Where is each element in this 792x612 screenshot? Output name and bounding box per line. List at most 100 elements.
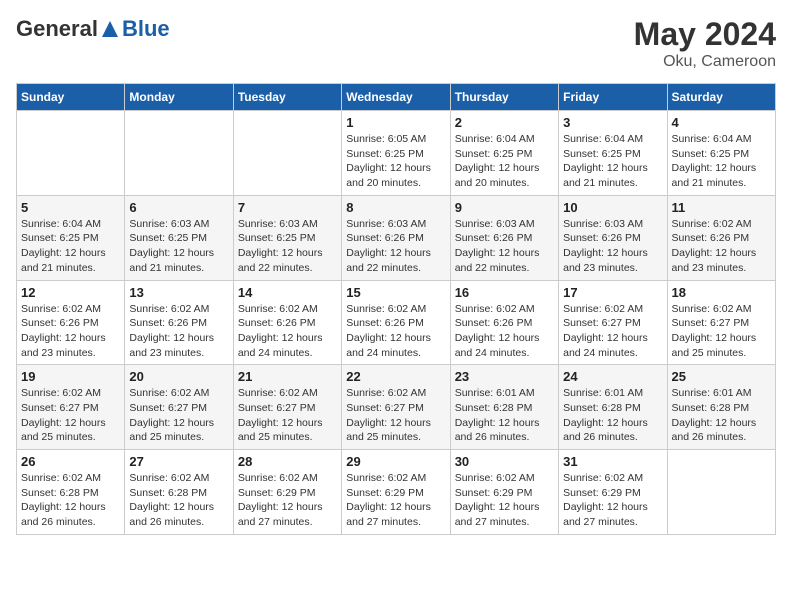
calendar-cell (667, 450, 775, 535)
calendar-cell: 19 Sunrise: 6:02 AMSunset: 6:27 PMDayligh… (17, 365, 125, 450)
day-number: 17 (563, 285, 662, 300)
calendar-cell: 6 Sunrise: 6:03 AMSunset: 6:25 PMDaylight… (125, 195, 233, 280)
day-info: Sunrise: 6:02 AMSunset: 6:26 PMDaylight:… (672, 217, 771, 276)
day-number: 24 (563, 369, 662, 384)
calendar-week-row: 19 Sunrise: 6:02 AMSunset: 6:27 PMDayligh… (17, 365, 776, 450)
day-info: Sunrise: 6:02 AMSunset: 6:26 PMDaylight:… (455, 302, 554, 361)
day-info: Sunrise: 6:03 AMSunset: 6:26 PMDaylight:… (346, 217, 445, 276)
day-number: 18 (672, 285, 771, 300)
day-number: 9 (455, 200, 554, 215)
weekday-header-row: SundayMondayTuesdayWednesdayThursdayFrid… (17, 84, 776, 111)
calendar-cell: 20 Sunrise: 6:02 AMSunset: 6:27 PMDayligh… (125, 365, 233, 450)
day-info: Sunrise: 6:02 AMSunset: 6:29 PMDaylight:… (238, 471, 337, 530)
day-info: Sunrise: 6:01 AMSunset: 6:28 PMDaylight:… (563, 386, 662, 445)
day-number: 14 (238, 285, 337, 300)
day-info: Sunrise: 6:03 AMSunset: 6:26 PMDaylight:… (455, 217, 554, 276)
calendar-cell: 22 Sunrise: 6:02 AMSunset: 6:27 PMDayligh… (342, 365, 450, 450)
logo-blue: Blue (122, 16, 170, 42)
calendar-week-row: 1 Sunrise: 6:05 AMSunset: 6:25 PMDaylight… (17, 111, 776, 196)
day-info: Sunrise: 6:02 AMSunset: 6:28 PMDaylight:… (129, 471, 228, 530)
weekday-header: Monday (125, 84, 233, 111)
day-number: 27 (129, 454, 228, 469)
day-info: Sunrise: 6:05 AMSunset: 6:25 PMDaylight:… (346, 132, 445, 191)
calendar-cell: 1 Sunrise: 6:05 AMSunset: 6:25 PMDaylight… (342, 111, 450, 196)
day-info: Sunrise: 6:02 AMSunset: 6:29 PMDaylight:… (563, 471, 662, 530)
logo-icon (100, 19, 120, 39)
page-header: General Blue May 2024 Oku, Cameroon (16, 16, 776, 71)
day-number: 11 (672, 200, 771, 215)
weekday-header: Saturday (667, 84, 775, 111)
day-number: 12 (21, 285, 120, 300)
day-info: Sunrise: 6:02 AMSunset: 6:26 PMDaylight:… (238, 302, 337, 361)
calendar-cell: 28 Sunrise: 6:02 AMSunset: 6:29 PMDayligh… (233, 450, 341, 535)
calendar-week-row: 5 Sunrise: 6:04 AMSunset: 6:25 PMDaylight… (17, 195, 776, 280)
day-info: Sunrise: 6:02 AMSunset: 6:27 PMDaylight:… (672, 302, 771, 361)
calendar-cell: 10 Sunrise: 6:03 AMSunset: 6:26 PMDayligh… (559, 195, 667, 280)
day-number: 16 (455, 285, 554, 300)
day-info: Sunrise: 6:03 AMSunset: 6:25 PMDaylight:… (129, 217, 228, 276)
calendar-cell: 12Sunrise: 6:02 AMSunset: 6:26 PMDayligh… (17, 280, 125, 365)
calendar-cell: 25Sunrise: 6:01 AMSunset: 6:28 PMDayligh… (667, 365, 775, 450)
logo: General Blue (16, 16, 170, 42)
day-info: Sunrise: 6:02 AMSunset: 6:27 PMDaylight:… (238, 386, 337, 445)
month-year: May 2024 (634, 16, 776, 53)
day-info: Sunrise: 6:02 AMSunset: 6:27 PMDaylight:… (21, 386, 120, 445)
day-number: 5 (21, 200, 120, 215)
calendar-cell: 30 Sunrise: 6:02 AMSunset: 6:29 PMDayligh… (450, 450, 558, 535)
day-info: Sunrise: 6:02 AMSunset: 6:29 PMDaylight:… (346, 471, 445, 530)
calendar-cell: 13Sunrise: 6:02 AMSunset: 6:26 PMDayligh… (125, 280, 233, 365)
day-info: Sunrise: 6:04 AMSunset: 6:25 PMDaylight:… (672, 132, 771, 191)
calendar-cell: 4 Sunrise: 6:04 AMSunset: 6:25 PMDaylight… (667, 111, 775, 196)
day-info: Sunrise: 6:04 AMSunset: 6:25 PMDaylight:… (21, 217, 120, 276)
calendar-cell: 31Sunrise: 6:02 AMSunset: 6:29 PMDayligh… (559, 450, 667, 535)
day-number: 10 (563, 200, 662, 215)
day-info: Sunrise: 6:02 AMSunset: 6:27 PMDaylight:… (129, 386, 228, 445)
day-number: 30 (455, 454, 554, 469)
calendar-week-row: 26 Sunrise: 6:02 AMSunset: 6:28 PMDayligh… (17, 450, 776, 535)
day-info: Sunrise: 6:02 AMSunset: 6:27 PMDaylight:… (346, 386, 445, 445)
calendar-cell: 21 Sunrise: 6:02 AMSunset: 6:27 PMDayligh… (233, 365, 341, 450)
day-info: Sunrise: 6:02 AMSunset: 6:26 PMDaylight:… (129, 302, 228, 361)
calendar-cell: 3 Sunrise: 6:04 AMSunset: 6:25 PMDaylight… (559, 111, 667, 196)
day-number: 20 (129, 369, 228, 384)
day-number: 3 (563, 115, 662, 130)
day-info: Sunrise: 6:03 AMSunset: 6:26 PMDaylight:… (563, 217, 662, 276)
calendar-cell: 27 Sunrise: 6:02 AMSunset: 6:28 PMDayligh… (125, 450, 233, 535)
day-number: 19 (21, 369, 120, 384)
day-info: Sunrise: 6:02 AMSunset: 6:27 PMDaylight:… (563, 302, 662, 361)
day-info: Sunrise: 6:02 AMSunset: 6:29 PMDaylight:… (455, 471, 554, 530)
calendar-cell: 16 Sunrise: 6:02 AMSunset: 6:26 PMDayligh… (450, 280, 558, 365)
calendar-cell: 8 Sunrise: 6:03 AMSunset: 6:26 PMDaylight… (342, 195, 450, 280)
day-number: 22 (346, 369, 445, 384)
weekday-header: Wednesday (342, 84, 450, 111)
day-number: 6 (129, 200, 228, 215)
calendar-cell: 9 Sunrise: 6:03 AMSunset: 6:26 PMDaylight… (450, 195, 558, 280)
weekday-header: Friday (559, 84, 667, 111)
day-number: 26 (21, 454, 120, 469)
calendar-cell: 11 Sunrise: 6:02 AMSunset: 6:26 PMDayligh… (667, 195, 775, 280)
day-info: Sunrise: 6:01 AMSunset: 6:28 PMDaylight:… (455, 386, 554, 445)
calendar-cell: 18 Sunrise: 6:02 AMSunset: 6:27 PMDayligh… (667, 280, 775, 365)
day-number: 28 (238, 454, 337, 469)
day-number: 8 (346, 200, 445, 215)
day-number: 7 (238, 200, 337, 215)
calendar-cell: 14 Sunrise: 6:02 AMSunset: 6:26 PMDayligh… (233, 280, 341, 365)
calendar-table: SundayMondayTuesdayWednesdayThursdayFrid… (16, 83, 776, 535)
day-number: 4 (672, 115, 771, 130)
weekday-header: Thursday (450, 84, 558, 111)
day-number: 29 (346, 454, 445, 469)
weekday-header: Sunday (17, 84, 125, 111)
day-info: Sunrise: 6:03 AMSunset: 6:25 PMDaylight:… (238, 217, 337, 276)
day-number: 1 (346, 115, 445, 130)
calendar-cell: 2Sunrise: 6:04 AMSunset: 6:25 PMDaylight… (450, 111, 558, 196)
day-info: Sunrise: 6:04 AMSunset: 6:25 PMDaylight:… (455, 132, 554, 191)
logo-general: General (16, 16, 98, 42)
location: Oku, Cameroon (634, 53, 776, 71)
day-info: Sunrise: 6:02 AMSunset: 6:26 PMDaylight:… (346, 302, 445, 361)
day-number: 21 (238, 369, 337, 384)
calendar-cell: 5 Sunrise: 6:04 AMSunset: 6:25 PMDaylight… (17, 195, 125, 280)
calendar-cell: 23Sunrise: 6:01 AMSunset: 6:28 PMDayligh… (450, 365, 558, 450)
weekday-header: Tuesday (233, 84, 341, 111)
day-info: Sunrise: 6:04 AMSunset: 6:25 PMDaylight:… (563, 132, 662, 191)
calendar-cell: 24 Sunrise: 6:01 AMSunset: 6:28 PMDayligh… (559, 365, 667, 450)
